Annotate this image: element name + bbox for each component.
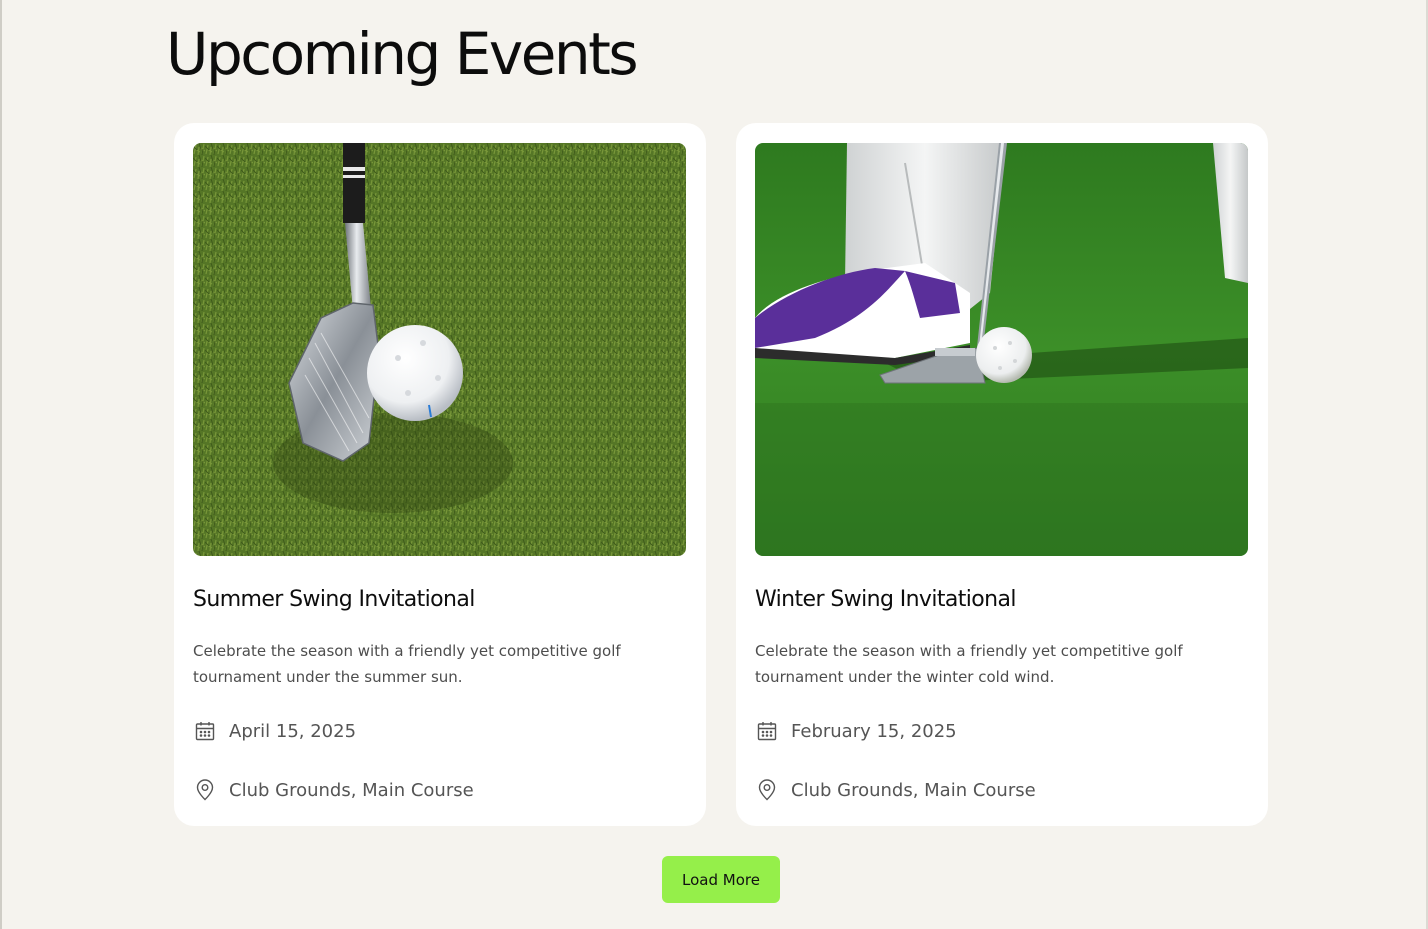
event-location: Club Grounds, Main Course [755, 778, 1036, 802]
calendar-icon [755, 719, 779, 743]
event-date-text: April 15, 2025 [229, 720, 357, 742]
event-title[interactable]: Winter Swing Invitational [755, 587, 1017, 612]
event-date: February 15, 2025 [755, 719, 957, 743]
event-image-golfer-putting [755, 143, 1248, 556]
page-title: Upcoming Events [166, 20, 639, 88]
calendar-icon [193, 719, 217, 743]
event-card-summer[interactable]: Summer Swing Invitational Celebrate the … [174, 123, 706, 826]
event-date-text: February 15, 2025 [791, 720, 957, 742]
map-pin-icon [755, 778, 779, 802]
event-title[interactable]: Summer Swing Invitational [193, 587, 475, 612]
event-location: Club Grounds, Main Course [193, 778, 474, 802]
event-card-winter[interactable]: Winter Swing Invitational Celebrate the … [736, 123, 1268, 826]
event-image-golf-iron [193, 143, 686, 556]
event-location-text: Club Grounds, Main Course [791, 779, 1036, 801]
event-location-text: Club Grounds, Main Course [229, 779, 474, 801]
event-description: Celebrate the season with a friendly yet… [193, 642, 621, 686]
load-more-button[interactable]: Load More [662, 856, 780, 903]
window-left-edge [0, 0, 2, 929]
event-description: Celebrate the season with a friendly yet… [755, 642, 1183, 686]
event-date: April 15, 2025 [193, 719, 356, 743]
map-pin-icon [193, 778, 217, 802]
events-page: Upcoming Events Summer Swing Invitationa… [0, 0, 1428, 929]
